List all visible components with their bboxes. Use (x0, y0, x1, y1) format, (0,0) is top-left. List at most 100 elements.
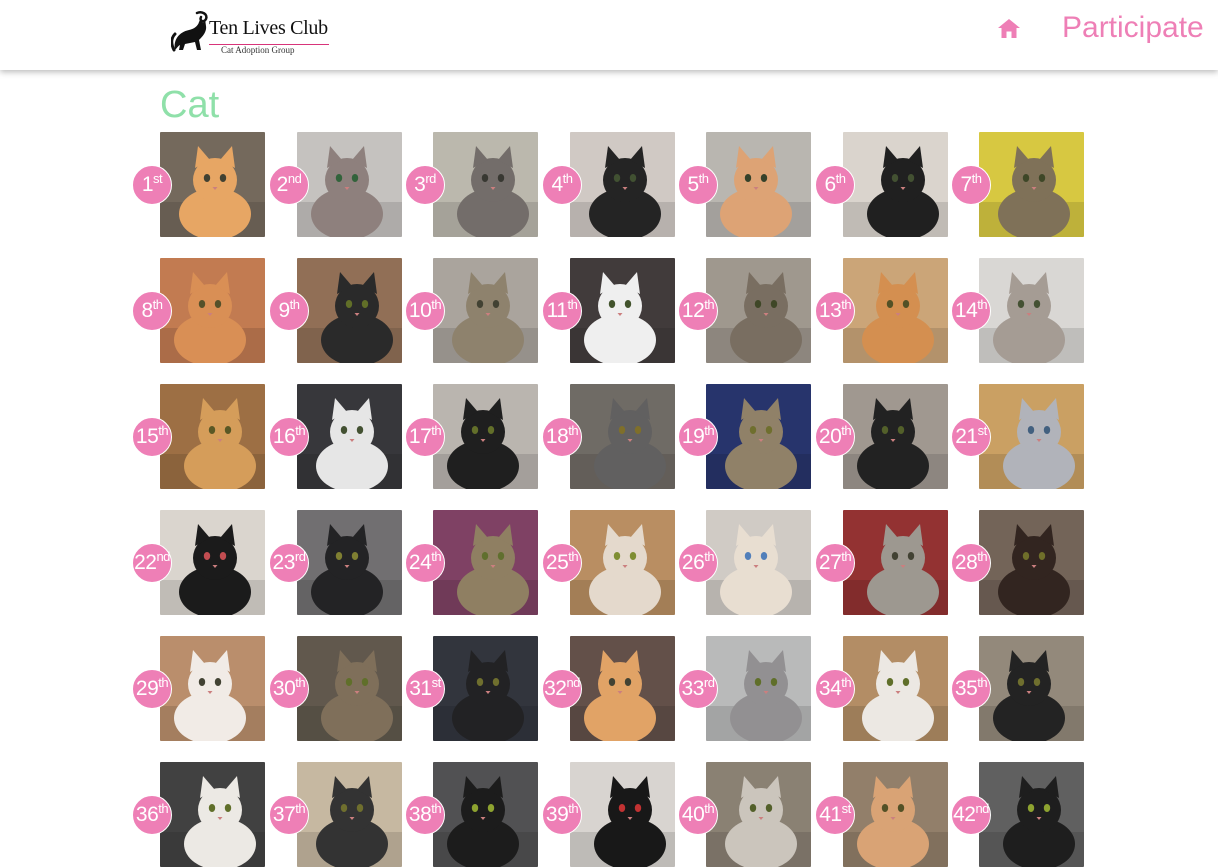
rank-badge: 3rd (405, 165, 445, 205)
rank-suffix: th (567, 297, 578, 312)
cat-photo[interactable] (160, 384, 265, 489)
cat-entry: 36th (132, 762, 265, 867)
cat-photo[interactable] (843, 132, 948, 237)
cat-entry: 26th (678, 510, 811, 615)
cat-entry: 7th (951, 132, 1084, 237)
cat-photo[interactable] (297, 132, 402, 237)
cat-entry: 3rd (405, 132, 538, 237)
cat-photo[interactable] (297, 510, 402, 615)
rank-suffix: rd (703, 675, 715, 690)
cat-photo[interactable] (706, 762, 811, 867)
cat-photo[interactable] (706, 132, 811, 237)
cat-photo[interactable] (570, 510, 675, 615)
cat-photo[interactable] (979, 762, 1084, 867)
cat-photo[interactable] (570, 636, 675, 741)
cat-entry: 20th (815, 384, 948, 489)
rank-badge: 35th (951, 669, 991, 709)
cat-photo[interactable] (570, 384, 675, 489)
rank-suffix: th (431, 297, 442, 312)
rank-number: 13 (818, 299, 842, 322)
cat-photo[interactable] (979, 510, 1084, 615)
cat-photo[interactable] (570, 258, 675, 363)
home-icon[interactable] (997, 17, 1021, 39)
cat-photo[interactable] (843, 510, 948, 615)
rank-number: 6 (824, 173, 836, 196)
rank-badge: 28th (951, 543, 991, 583)
cat-photo[interactable] (706, 384, 811, 489)
rank-suffix: st (977, 423, 988, 438)
rank-number: 25 (545, 551, 569, 574)
rank-suffix: nd (566, 675, 580, 690)
cat-photo[interactable] (297, 258, 402, 363)
logo-tagline: Cat Adoption Group (221, 45, 295, 55)
rank-badge: 20th (815, 417, 855, 457)
cat-photo[interactable] (433, 132, 538, 237)
rank-badge: 34th (815, 669, 855, 709)
rank-suffix: th (971, 171, 982, 186)
cat-photo[interactable] (433, 384, 538, 489)
rank-number: 40 (681, 803, 705, 826)
rank-number: 31 (409, 677, 432, 700)
rank-suffix: th (152, 297, 163, 312)
cat-photo[interactable] (433, 510, 538, 615)
cat-photo[interactable] (297, 384, 402, 489)
rank-number: 38 (408, 803, 432, 826)
cat-photo[interactable] (433, 762, 538, 867)
cat-photo[interactable] (433, 636, 538, 741)
cat-photo[interactable] (160, 132, 265, 237)
rank-badge: 18th (542, 417, 582, 457)
nav-participate-link[interactable]: Participate (1062, 11, 1204, 45)
rank-badge: 22nd (132, 543, 172, 583)
cat-photo[interactable] (843, 762, 948, 867)
rank-badge: 40th (678, 795, 718, 835)
rank-number: 3 (414, 173, 426, 196)
cat-photo[interactable] (706, 258, 811, 363)
rank-number: 18 (545, 425, 569, 448)
rank-number: 12 (681, 299, 705, 322)
rank-suffix: th (841, 549, 852, 564)
rank-suffix: th (841, 297, 852, 312)
cat-photo[interactable] (979, 258, 1084, 363)
cat-entry: 6th (815, 132, 948, 237)
cat-photo[interactable] (979, 384, 1084, 489)
cat-entry: 31st (405, 636, 538, 741)
rank-number: 9 (278, 299, 290, 322)
ten-lives-club-logo[interactable]: Ten Lives Club Cat Adoption Group (171, 10, 331, 58)
rank-number: 42 (953, 803, 976, 826)
cat-photo[interactable] (979, 132, 1084, 237)
cat-photo[interactable] (160, 636, 265, 741)
cat-photo[interactable] (843, 636, 948, 741)
page-title: Cat (160, 84, 220, 126)
rank-badge: 32nd (542, 669, 582, 709)
cat-entry: 30th (269, 636, 402, 741)
rank-badge: 26th (678, 543, 718, 583)
rank-number: 17 (408, 425, 432, 448)
rank-badge: 8th (132, 291, 172, 331)
cat-photo[interactable] (843, 384, 948, 489)
cat-photo[interactable] (979, 636, 1084, 741)
cat-photo[interactable] (160, 258, 265, 363)
cat-photo[interactable] (706, 510, 811, 615)
rank-badge: 25th (542, 543, 582, 583)
rank-number: 11 (546, 299, 568, 322)
rank-badge: 11th (542, 291, 582, 331)
cat-photo[interactable] (843, 258, 948, 363)
rank-suffix: th (977, 297, 988, 312)
rank-number: 28 (954, 551, 978, 574)
cat-entry: 35th (951, 636, 1084, 741)
rank-badge: 17th (405, 417, 445, 457)
rank-number: 26 (681, 551, 705, 574)
cat-photo[interactable] (706, 636, 811, 741)
cat-photo[interactable] (570, 132, 675, 237)
rank-number: 21 (955, 425, 978, 448)
cat-photo[interactable] (433, 258, 538, 363)
cat-photo[interactable] (297, 762, 402, 867)
cat-entry: 12th (678, 258, 811, 363)
rank-suffix: th (841, 675, 852, 690)
cat-photo[interactable] (160, 762, 265, 867)
cat-photo[interactable] (160, 510, 265, 615)
cat-photo[interactable] (297, 636, 402, 741)
rank-badge: 9th (269, 291, 309, 331)
rank-badge: 36th (132, 795, 172, 835)
cat-photo[interactable] (570, 762, 675, 867)
